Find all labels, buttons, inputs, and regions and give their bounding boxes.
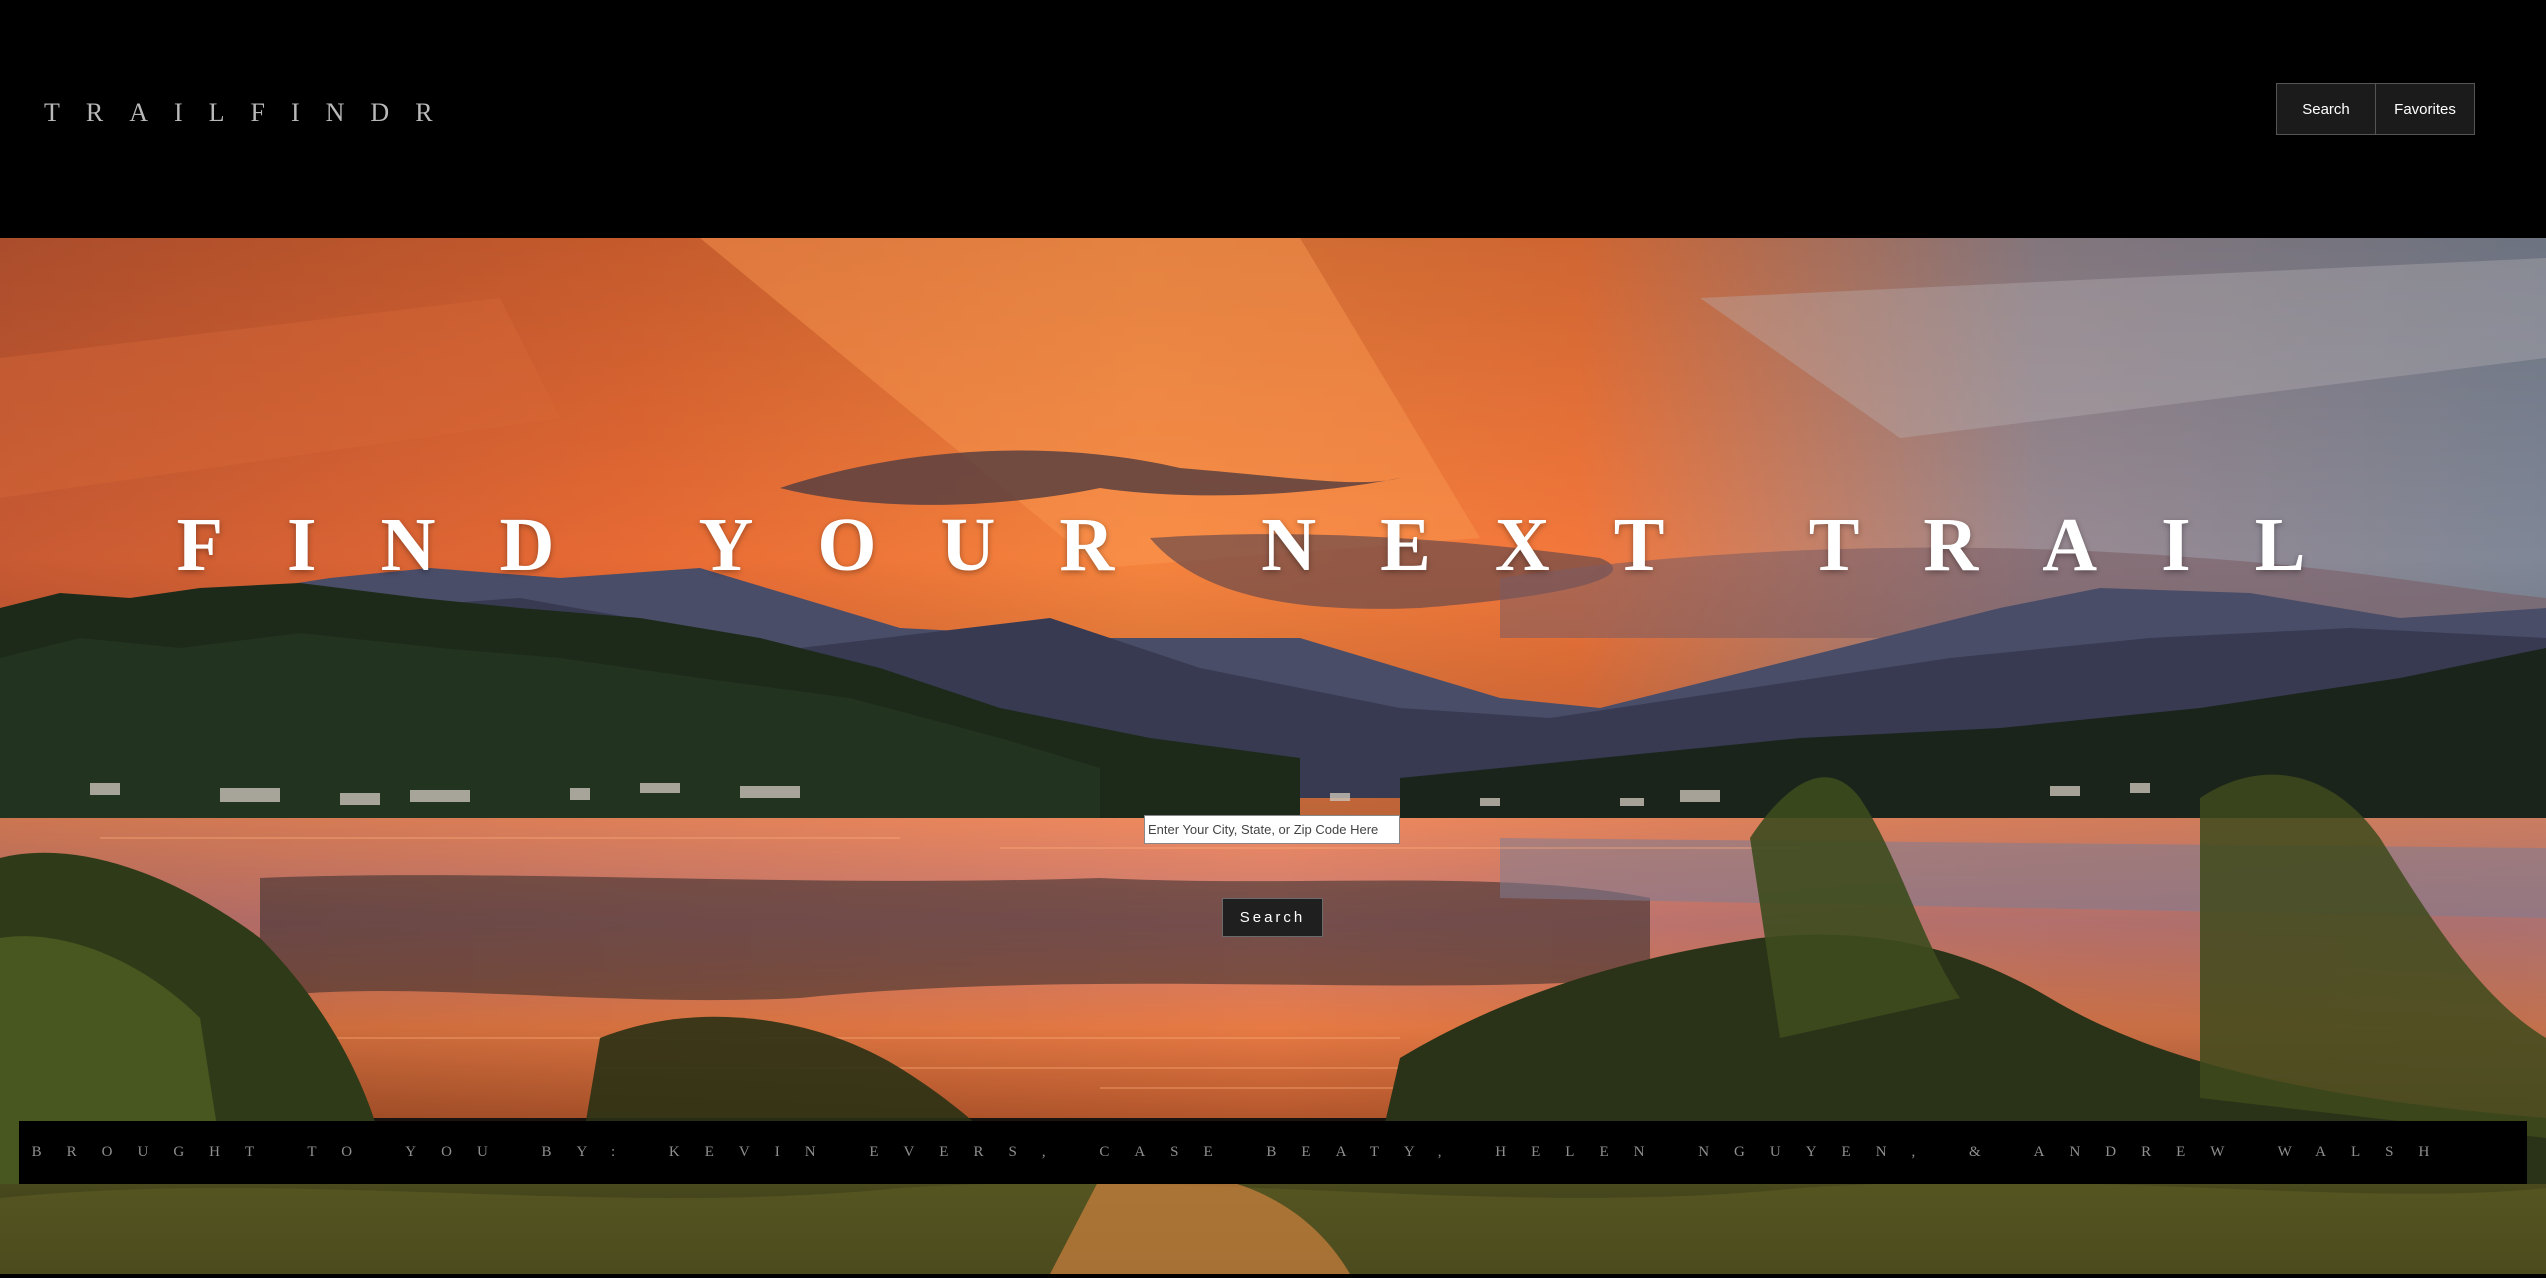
sunset-lake-background-image [0,238,2546,1274]
search-button[interactable]: Search [1222,898,1323,937]
site-header: TRAILFINDR Search Favorites [0,0,2546,238]
credits-bar: BROUGHT TO YOU BY: KEVIN EVERS, CASE BEA… [19,1121,2527,1184]
top-nav: Search Favorites [2276,83,2475,135]
nav-search-button[interactable]: Search [2277,84,2376,134]
bottom-edge [0,1274,2546,1278]
brand-logo[interactable]: TRAILFINDR [44,96,459,130]
credits-text: BROUGHT TO YOU BY: KEVIN EVERS, CASE BEA… [31,1144,2455,1160]
location-search-input[interactable] [1144,815,1400,844]
hero-title: FIND YOUR NEXT TRAIL [176,503,2370,587]
hero-section: FIND YOUR NEXT TRAIL Search BROUGHT TO Y… [0,238,2546,1274]
nav-favorites-button[interactable]: Favorites [2376,84,2474,134]
